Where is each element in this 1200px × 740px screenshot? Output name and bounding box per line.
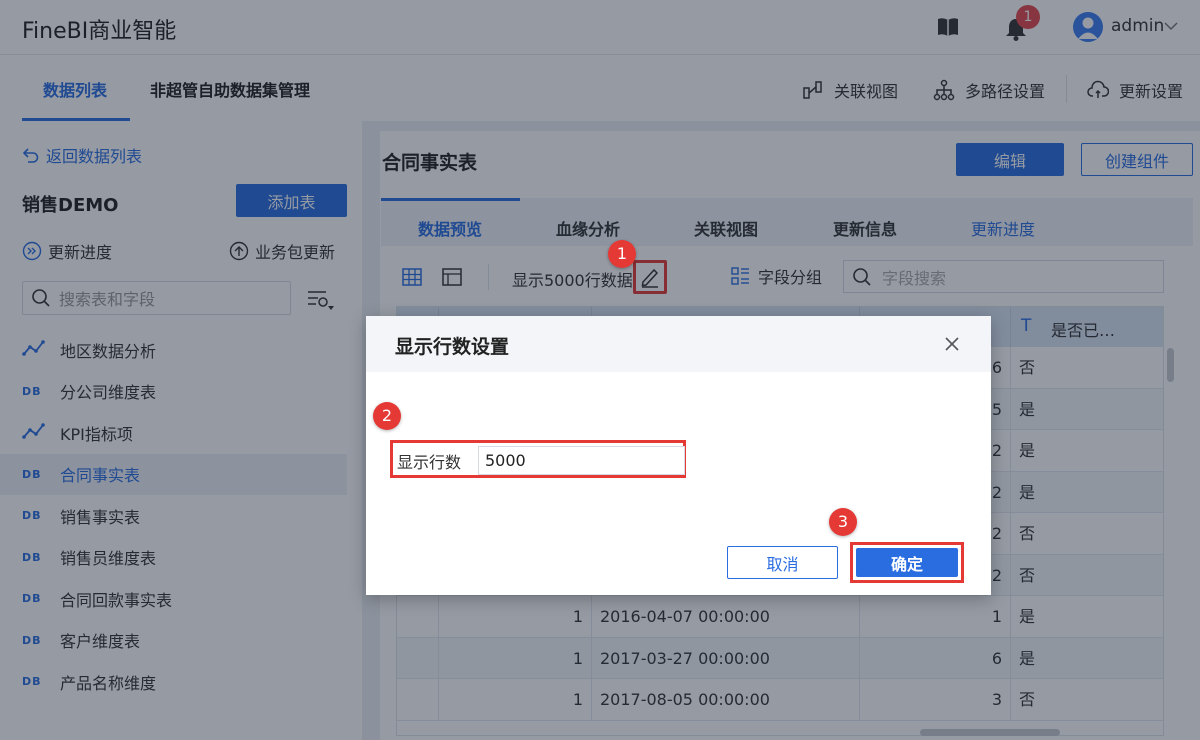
confirm-button-highlight: 确定 xyxy=(850,542,964,583)
row-count-field-highlight: 显示行数 xyxy=(390,440,686,478)
cancel-button[interactable]: 取消 xyxy=(727,546,838,579)
dialog-title: 显示行数设置 xyxy=(395,336,510,358)
confirm-button[interactable]: 确定 xyxy=(856,548,958,577)
step-marker: 3 xyxy=(829,508,857,536)
row-count-label: 显示行数 xyxy=(397,453,462,472)
close-icon[interactable] xyxy=(942,334,962,354)
step-marker: 1 xyxy=(608,240,636,268)
row-count-input[interactable] xyxy=(478,446,685,475)
dialog-header: 显示行数设置 xyxy=(366,316,991,372)
step-marker: 2 xyxy=(373,402,401,430)
row-count-dialog: 显示行数设置 显示行数 取消 确定 xyxy=(366,316,991,595)
